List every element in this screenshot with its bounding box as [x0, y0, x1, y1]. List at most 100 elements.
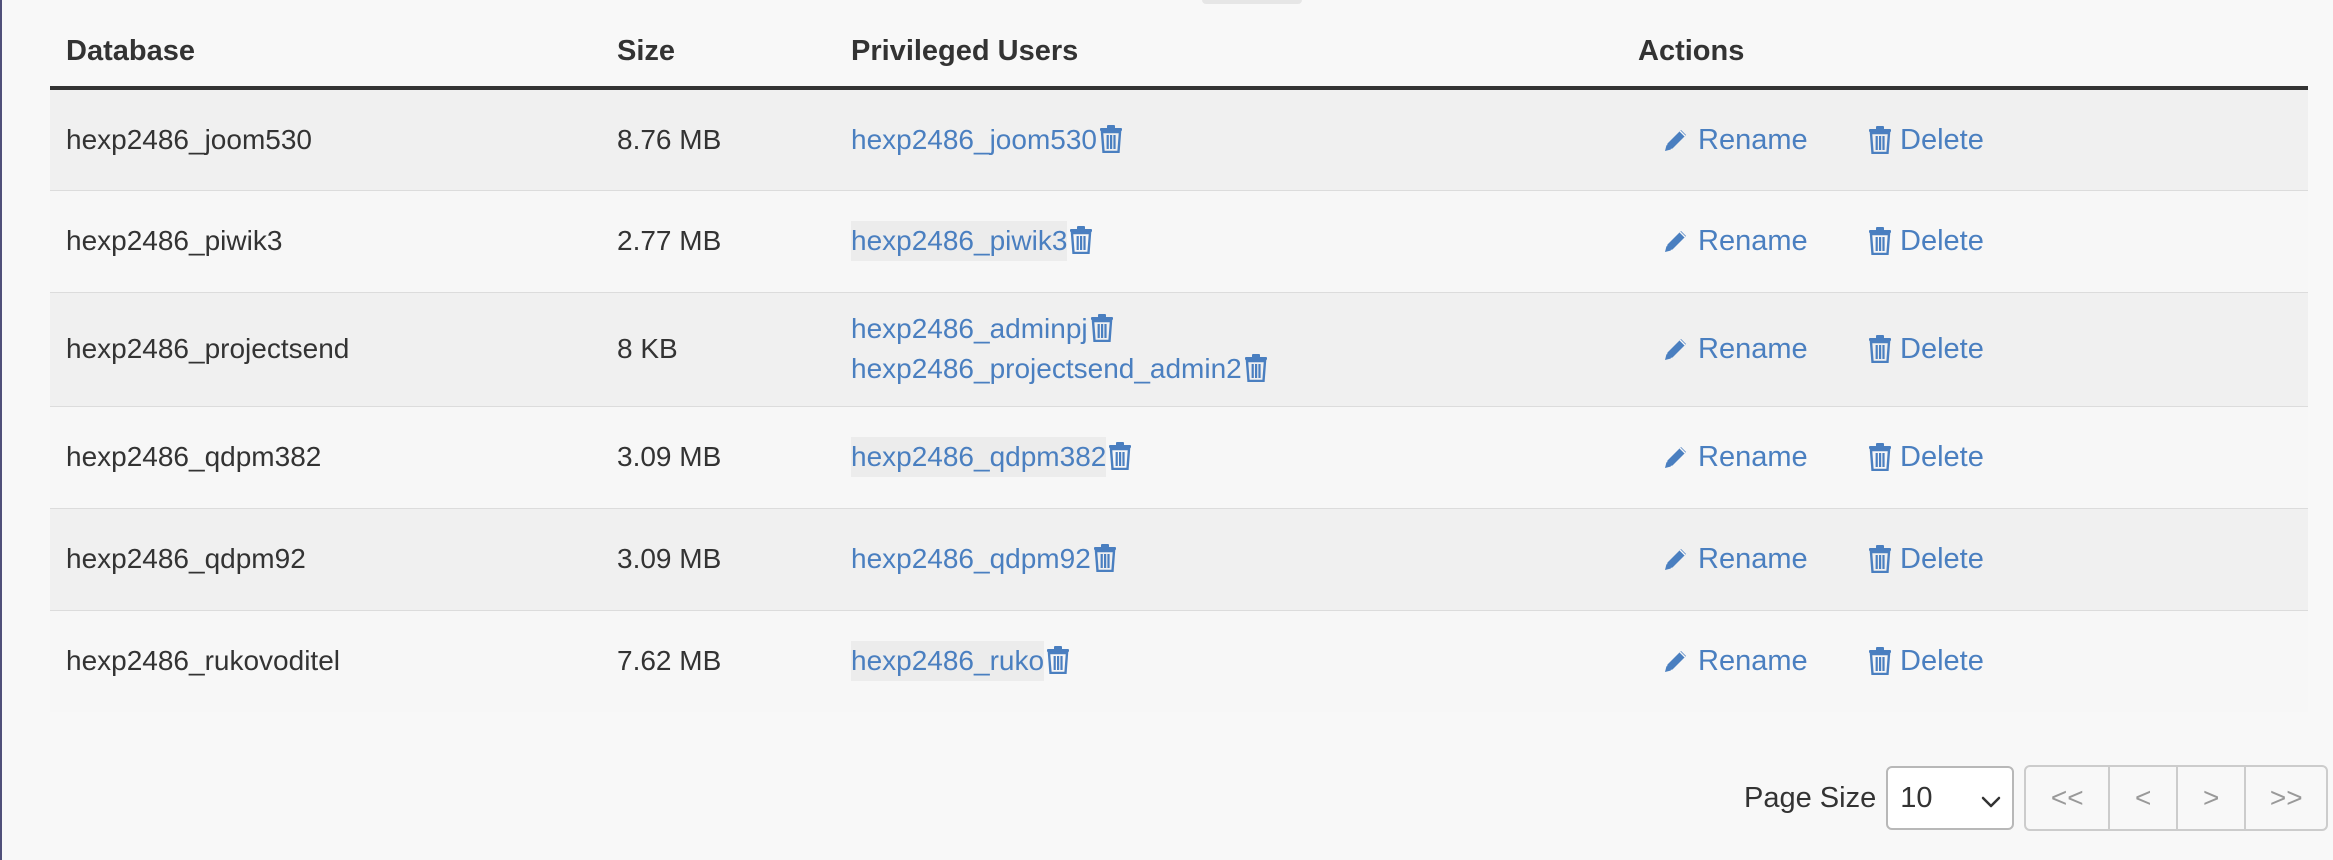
privileged-user-link[interactable]: hexp2486_piwik3 [851, 221, 1068, 261]
actions-cell: Rename Delete [1622, 88, 2308, 190]
actions-cell: Rename Delete [1622, 507, 2308, 610]
databases-page: Database Size Privileged Users Actions h… [0, 0, 2333, 860]
database-size: 7.62 MB [601, 609, 835, 712]
database-size: 8.76 MB [617, 123, 722, 155]
pagination-bar: Page Size 10 << < > >> [1744, 764, 2329, 832]
rename-button[interactable]: Rename [1662, 120, 1868, 160]
privileged-user-link[interactable]: hexp2486_qdpm92 [851, 539, 1091, 579]
databases-table: Database Size Privileged Users Actions h… [50, 16, 2308, 712]
rename-button[interactable]: Rename [1662, 329, 1868, 369]
trash-icon[interactable] [1244, 354, 1268, 382]
trash-icon[interactable] [1108, 442, 1132, 470]
top-divider [1202, 0, 1302, 4]
pencil-icon [1662, 545, 1690, 573]
row-actions: Rename Delete [1638, 120, 2308, 160]
privileged-user-link[interactable]: hexp2486_joom530 [851, 120, 1097, 160]
privileged-users-cell: hexp2486_qdpm382 [835, 405, 1622, 508]
trash-icon [1868, 443, 1892, 471]
privileged-users-cell: hexp2486_qdpm92 [835, 507, 1622, 610]
database-name: hexp2486_projectsend [50, 291, 601, 406]
trash-icon [1868, 647, 1892, 676]
rename-button[interactable]: Rename [1662, 221, 1868, 261]
trash-icon [1868, 545, 1892, 573]
database-size: 2.77 MB [601, 189, 835, 292]
privileged-users-cell: hexp2486_ruko [835, 609, 1622, 712]
delete-button[interactable]: Delete [1868, 120, 1984, 160]
delete-button[interactable]: Delete [1868, 437, 1984, 477]
delete-button[interactable]: Delete [1868, 221, 1984, 261]
row-actions: Rename Delete [1638, 329, 2308, 369]
pencil-icon [1662, 647, 1690, 675]
row-actions: Rename Delete [1638, 221, 2308, 261]
column-header-size[interactable]: Size [601, 16, 835, 90]
database-name: hexp2486_rukovoditel [50, 609, 601, 712]
privileged-user: hexp2486_qdpm382 [851, 437, 1622, 477]
rename-label: Rename [1698, 225, 1808, 257]
delete-label: Delete [1900, 123, 1984, 156]
rename-button[interactable]: Rename [1662, 641, 1868, 681]
first-page-button[interactable]: << [2026, 767, 2108, 829]
page-size-label: Page Size [1744, 781, 1877, 814]
trash-icon[interactable] [1069, 226, 1093, 254]
table-header-row: Database Size Privileged Users Actions [50, 16, 2308, 90]
privileged-users-cell: hexp2486_joom530 [835, 88, 1622, 190]
database-name: hexp2486_qdpm92 [50, 507, 601, 610]
privileged-user: hexp2486_qdpm92 [851, 539, 1622, 579]
previous-page-button[interactable]: < [2108, 767, 2176, 829]
privileged-user: hexp2486_joom530 [851, 120, 1622, 160]
page-size-select[interactable]: 10 [1886, 766, 2015, 830]
rename-button[interactable]: Rename [1662, 437, 1868, 477]
pager-nav-group: << < > >> [2024, 765, 2329, 831]
trash-icon[interactable] [1093, 544, 1117, 572]
rename-label: Rename [1698, 441, 1808, 473]
privileged-user: hexp2486_adminpj [851, 309, 1622, 349]
chevron-down-icon [1980, 788, 2002, 810]
delete-label: Delete [1900, 333, 1984, 365]
database-size: 3.09 MB [601, 507, 835, 610]
trash-icon [1868, 227, 1892, 255]
table-row: hexp2486_piwik3 2.77 MB hexp2486_piwik3 Ren… [50, 189, 2308, 292]
delete-label: Delete [1900, 645, 1984, 678]
privileged-user-link[interactable]: hexp2486_qdpm382 [851, 437, 1107, 477]
delete-button[interactable]: Delete [1868, 329, 1984, 369]
table-row: hexp2486_projectsend 8 KB hexp2486_adminpj… [50, 291, 2308, 406]
rename-label: Rename [1698, 123, 1808, 156]
privileged-user-link[interactable]: hexp2486_projectsend_admin2 [851, 349, 1242, 389]
trash-icon[interactable] [1046, 646, 1070, 675]
delete-label: Delete [1900, 225, 1984, 257]
table-row: hexp2486_qdpm92 3.09 MB hexp2486_qdpm92 Ren… [50, 507, 2308, 610]
last-page-button[interactable]: >> [2244, 767, 2326, 829]
privileged-user: hexp2486_ruko [851, 641, 1622, 682]
pencil-icon [1662, 443, 1690, 471]
actions-cell: Rename Delete [1622, 405, 2308, 508]
database-size: 3.09 MB [601, 405, 835, 508]
database-name: hexp2486_qdpm382 [50, 405, 601, 508]
privileged-user-link[interactable]: hexp2486_ruko [851, 641, 1045, 682]
delete-button[interactable]: Delete [1868, 539, 1984, 579]
column-header-database[interactable]: Database [50, 16, 601, 90]
rename-button[interactable]: Rename [1662, 539, 1868, 579]
database-size: 8 KB [601, 291, 835, 406]
trash-icon [1868, 335, 1892, 363]
actions-cell: Rename Delete [1622, 189, 2308, 292]
database-name: hexp2486_joom530 [66, 123, 312, 155]
privileged-users-cell: hexp2486_piwik3 [835, 189, 1622, 292]
rename-label: Rename [1698, 543, 1808, 575]
row-actions: Rename Delete [1638, 641, 2308, 681]
row-actions: Rename Delete [1638, 437, 2308, 477]
delete-label: Delete [1900, 441, 1984, 473]
delete-button[interactable]: Delete [1868, 641, 1984, 681]
table-row: hexp2486_joom530 8.76 MB hexp2486_joom530 R… [50, 88, 2308, 190]
trash-icon[interactable] [1090, 314, 1114, 342]
privileged-user: hexp2486_piwik3 [851, 221, 1622, 261]
rename-label: Rename [1698, 333, 1808, 365]
trash-icon [1868, 125, 1892, 154]
column-header-actions: Actions [1622, 16, 2308, 90]
table-row: hexp2486_qdpm382 3.09 MB hexp2486_qdpm382 R… [50, 405, 2308, 508]
pencil-icon [1662, 126, 1690, 154]
trash-icon[interactable] [1099, 124, 1123, 153]
privileged-user-link[interactable]: hexp2486_adminpj [851, 309, 1088, 349]
rename-label: Rename [1698, 645, 1808, 678]
next-page-button[interactable]: > [2176, 767, 2244, 829]
row-actions: Rename Delete [1638, 539, 2308, 579]
